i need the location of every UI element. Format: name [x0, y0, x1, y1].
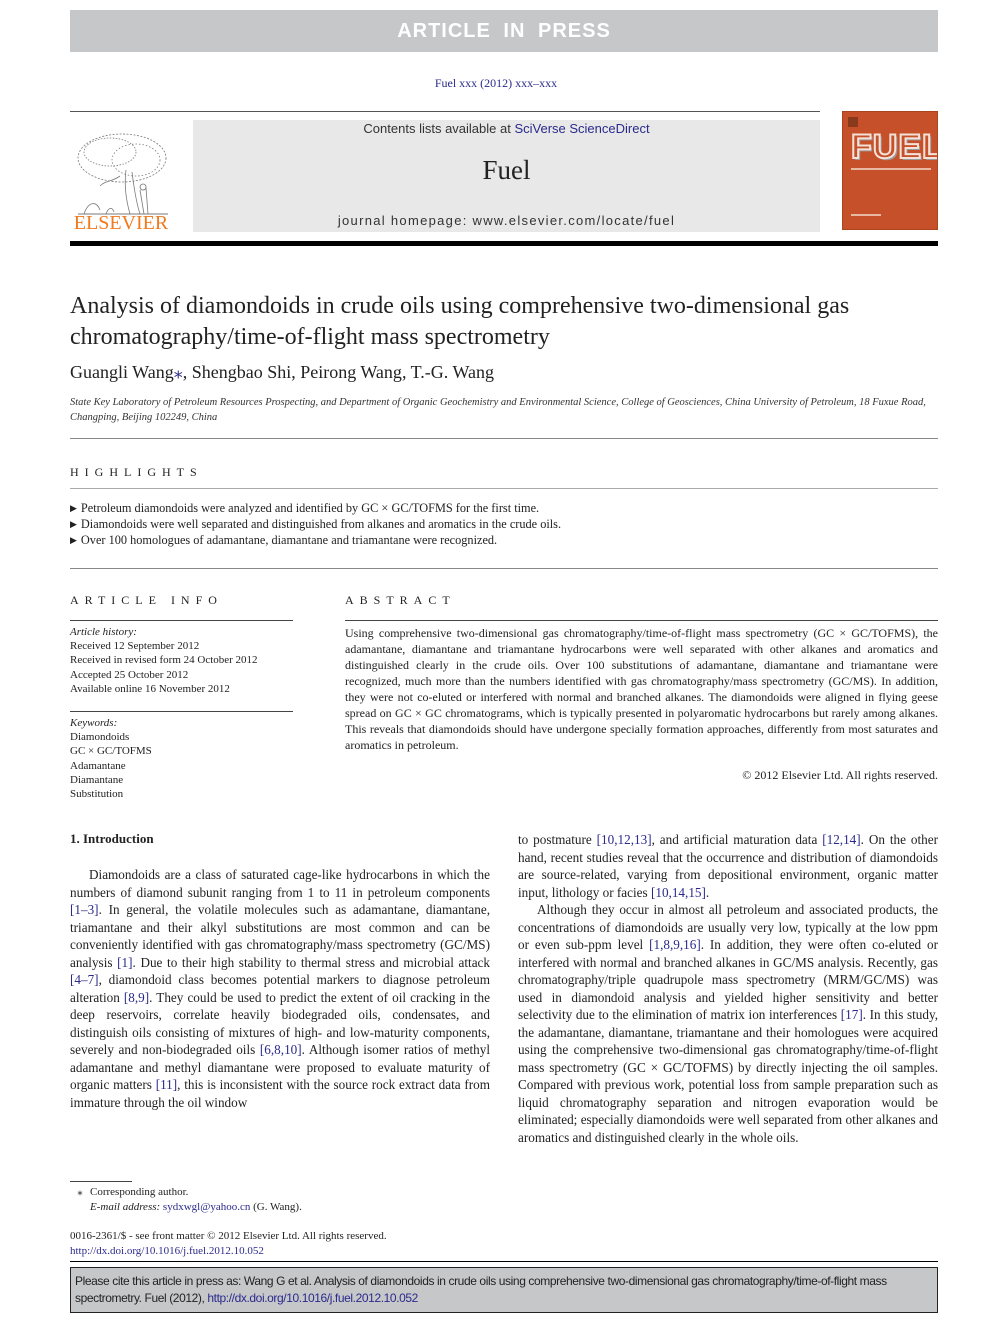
body-text: to postmature: [518, 832, 597, 847]
doi-link[interactable]: http://dx.doi.org/10.1016/j.fuel.2012.10…: [70, 1245, 264, 1257]
corresponding-author-note: Corresponding author.: [90, 1186, 189, 1198]
reference-link[interactable]: [1,8,9,16]: [649, 937, 701, 952]
contents-line: Contents lists available at SciVerse Sci…: [193, 121, 820, 136]
keywords-label: Keywords:: [70, 717, 118, 729]
journal-homepage: journal homepage: www.elsevier.com/locat…: [193, 213, 820, 228]
highlight-item: ▶ Over 100 homologues of adamantane, diam…: [70, 532, 938, 548]
cover-title: FUEL: [850, 128, 938, 166]
history-item: Accepted 25 October 2012: [70, 668, 189, 681]
issn-line: 0016-2361/$ - see front matter © 2012 El…: [70, 1230, 387, 1242]
reference-link[interactable]: [1–3]: [70, 902, 99, 917]
affiliation: State Key Laboratory of Petroleum Resour…: [70, 397, 926, 423]
divider: [70, 620, 293, 621]
cite-this-article-box: Please cite this article in press as: Wa…: [70, 1267, 938, 1313]
body-text: .: [705, 884, 710, 900]
reference-link[interactable]: [17]: [841, 1007, 863, 1022]
keyword: Diamantane: [70, 773, 124, 786]
footnote-rule: [70, 1181, 132, 1182]
body-text: , and artificial maturation data: [651, 832, 823, 847]
highlight-text: Over 100 homologues of adamantane, diama…: [80, 533, 498, 547]
paragraph: Although they occur in almost all petrol…: [518, 901, 938, 1146]
abstract-text: Using comprehensive two-dimensional gas …: [345, 626, 938, 752]
author-name: Shengbao Shi: [191, 362, 292, 382]
body-text: . In this study, the adamantane, diamant…: [518, 1007, 938, 1145]
divider: [70, 568, 938, 569]
email-suffix: (G. Wang).: [250, 1201, 302, 1213]
author-list: Guangli Wang⁎, Shengbao Shi, Peirong Wan…: [70, 362, 494, 382]
reference-link[interactable]: [10,14,15]: [651, 885, 706, 900]
keyword: GC × GC/TOFMS: [70, 745, 152, 758]
cover-editor-line: [851, 214, 881, 216]
body-column-right: to postmature [10,12,13], and artificial…: [518, 831, 938, 1146]
body-text: . Due to their high stability to thermal…: [132, 954, 490, 970]
keyword: Diamondoids: [70, 731, 130, 744]
paragraph-continued: to postmature [10,12,13], and artificial…: [518, 831, 938, 901]
divider: [70, 1261, 938, 1262]
footnote-star: ⁎: [77, 1186, 83, 1198]
highlights-list: ▶ Petroleum diamondoids were analyzed and…: [70, 500, 938, 548]
body-column-left: Diamondoids are a class of saturated cag…: [70, 866, 490, 1111]
journal-name: Fuel: [482, 155, 531, 185]
body-text: Diamondoids are a class of saturated cag…: [70, 867, 490, 900]
article-in-press-banner: ARTICLE IN PRESS: [70, 10, 938, 52]
highlight-text: Petroleum diamondoids were analyzed and …: [80, 501, 540, 515]
reference-link[interactable]: [6,8,10]: [260, 1042, 302, 1057]
homepage-prefix: journal homepage:: [337, 213, 473, 228]
triangle-bullet-icon: ▶: [70, 503, 77, 513]
paragraph: Diamondoids are a class of saturated cag…: [70, 866, 490, 1111]
divider: [70, 488, 938, 489]
cover-publisher-icon: [848, 117, 858, 127]
front-matter: 0016-2361/$ - see front matter © 2012 El…: [70, 1229, 570, 1259]
article-info-heading: ARTICLE INFO: [70, 593, 223, 607]
cite-doi-link[interactable]: http://dx.doi.org/10.1016/j.fuel.2012.10…: [207, 1291, 418, 1305]
corresponding-author-mark[interactable]: ⁎: [174, 362, 183, 382]
triangle-bullet-icon: ▶: [70, 535, 77, 545]
elsevier-wordmark: ELSEVIER: [73, 212, 169, 234]
highlight-item: ▶ Petroleum diamondoids were analyzed and…: [70, 500, 938, 516]
reference-link[interactable]: [1]: [117, 955, 132, 970]
sciencedirect-link[interactable]: SciVerse ScienceDirect: [514, 121, 649, 136]
highlight-text: Diamondoids were well separated and dist…: [80, 517, 562, 531]
cover-subtitle-line: [851, 168, 931, 170]
homepage-url[interactable]: www.elsevier.com/locate/fuel: [473, 213, 676, 228]
contents-prefix: Contents lists available at: [363, 121, 515, 136]
author-name: Peirong Wang: [300, 362, 402, 382]
section-heading: 1. Introduction: [70, 831, 154, 846]
abstract-copyright: © 2012 Elsevier Ltd. All rights reserved…: [742, 768, 938, 782]
author-name: Guangli Wang: [70, 362, 174, 382]
journal-citation: Fuel xxx (2012) xxx–xxx: [434, 76, 558, 90]
history-item: Received 12 September 2012: [70, 640, 200, 653]
journal-cover-image: FUEL: [842, 111, 938, 230]
header-thick-rule: [70, 241, 938, 246]
triangle-bullet-icon: ▶: [70, 519, 77, 529]
email-label: E-mail address:: [90, 1201, 161, 1213]
article-history: Article history: Received 12 September 2…: [70, 625, 293, 696]
divider: [70, 711, 293, 712]
keyword: Adamantane: [70, 759, 126, 772]
author-name: T.-G. Wang: [410, 362, 494, 382]
highlight-item: ▶ Diamondoids were well separated and dis…: [70, 516, 938, 532]
highlights-heading: HIGHLIGHTS: [70, 465, 203, 479]
header-rule: [70, 111, 820, 112]
cite-text: Please cite this article in press as: Wa…: [75, 1274, 887, 1305]
reference-link[interactable]: [12,14]: [822, 832, 860, 847]
history-item: Received in revised form 24 October 2012: [70, 654, 258, 667]
keywords: Keywords: Diamondoids GC × GC/TOFMS Adam…: [70, 716, 293, 801]
keyword: Substitution: [70, 788, 124, 801]
footnote: ⁎ Corresponding author. E-mail address: s…: [70, 1185, 490, 1215]
article-title: Analysis of diamondoids in crude oils us…: [70, 293, 850, 350]
reference-link[interactable]: [4–7]: [70, 972, 99, 987]
divider: [345, 620, 938, 621]
email-link[interactable]: sydxwgl@yahoo.cn: [163, 1201, 250, 1213]
divider: [70, 438, 938, 439]
reference-link[interactable]: [8,9]: [124, 990, 149, 1005]
history-item: Available online 16 November 2012: [70, 682, 230, 695]
banner-label: ARTICLE IN PRESS: [397, 19, 611, 42]
reference-link[interactable]: [11]: [156, 1077, 177, 1092]
reference-link[interactable]: [10,12,13]: [597, 832, 652, 847]
history-label: Article history:: [70, 626, 137, 638]
abstract-heading: ABSTRACT: [345, 593, 456, 607]
